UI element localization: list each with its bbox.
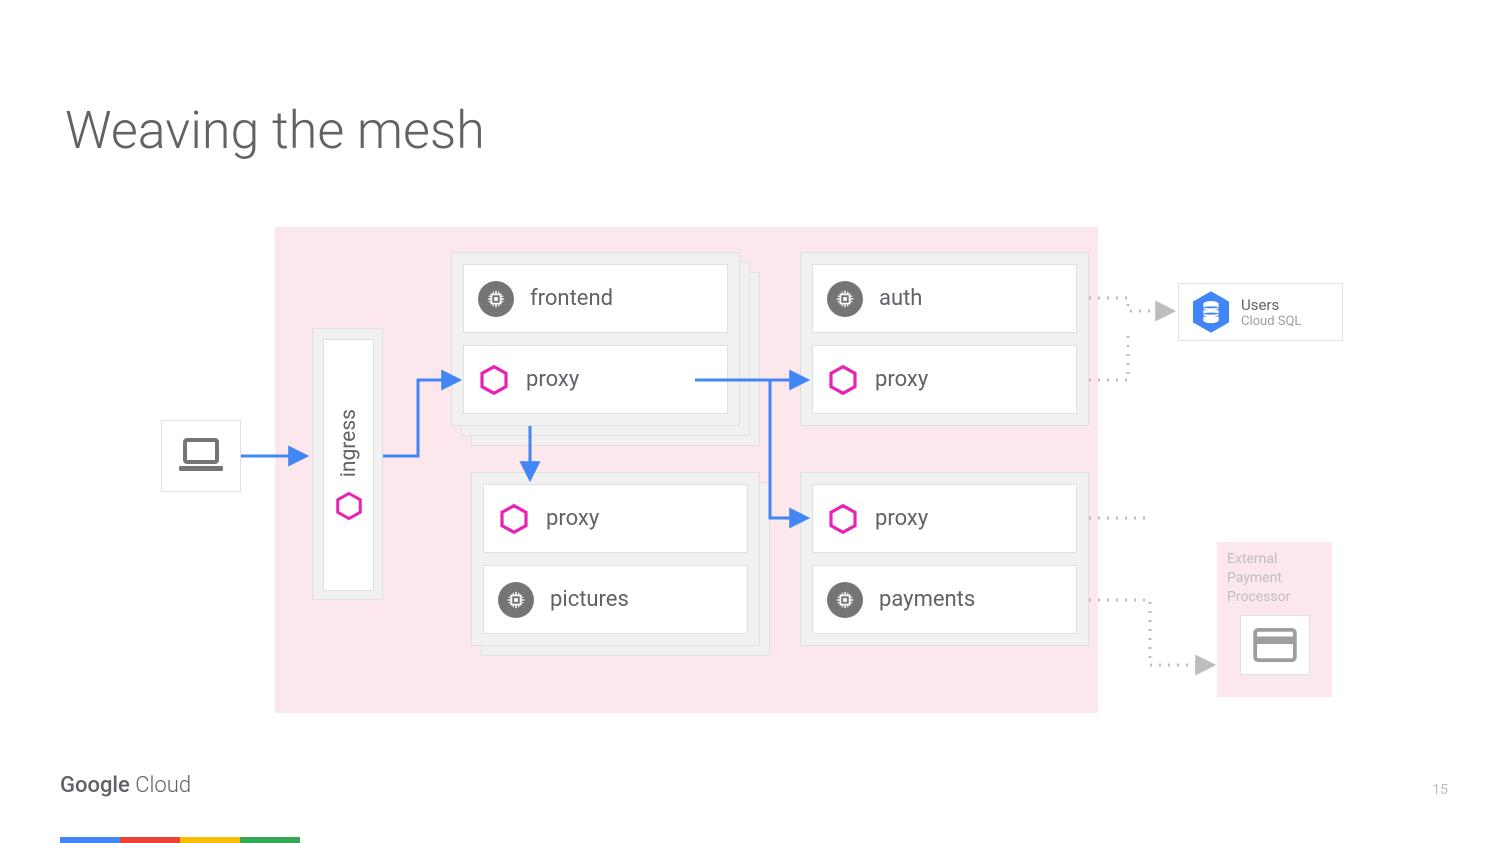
pictures-proxy-label: proxy [546, 506, 599, 531]
payproc-label: External Payment Processor [1227, 550, 1322, 607]
payments-service-label: payments [879, 587, 975, 612]
hexagon-icon [827, 503, 859, 535]
auth-service-label: auth [879, 286, 922, 311]
ingress-inner: ingress [323, 339, 374, 591]
external-users-db: Users Cloud SQL [1178, 283, 1343, 341]
payments-pod: proxy payments [800, 472, 1089, 646]
ingress-container: ingress [312, 328, 383, 600]
pictures-service-row: pictures [483, 565, 748, 634]
auth-service-row: auth [812, 264, 1077, 333]
footer-logo: Google Cloud [60, 773, 191, 798]
page-number: 15 [1432, 782, 1448, 798]
frontend-service-label: frontend [530, 286, 613, 311]
external-payment-processor: External Payment Processor [1217, 542, 1332, 697]
auth-pod: auth proxy [800, 252, 1089, 426]
frontend-service-row: frontend [463, 264, 728, 333]
frontend-proxy-row: proxy [463, 345, 728, 414]
chip-icon [827, 582, 863, 618]
chip-icon [498, 582, 534, 618]
chip-icon [478, 281, 514, 317]
footer-color-bar [60, 837, 300, 843]
auth-proxy-row: proxy [812, 345, 1077, 414]
frontend-proxy-label: proxy [526, 367, 579, 392]
database-icon [1193, 291, 1229, 333]
users-subtitle: Cloud SQL [1241, 314, 1301, 329]
slide-title: Weaving the mesh [65, 100, 485, 161]
pictures-service-label: pictures [550, 587, 629, 612]
auth-proxy-label: proxy [875, 367, 928, 392]
hexagon-icon [827, 364, 859, 396]
credit-card-icon-box [1240, 615, 1310, 675]
hexagon-icon [478, 364, 510, 396]
frontend-pod: frontend proxy [451, 252, 740, 426]
hexagon-icon [334, 491, 364, 521]
users-title: Users [1241, 296, 1301, 314]
hexagon-icon [498, 503, 530, 535]
pictures-proxy-row: proxy [483, 484, 748, 553]
payments-proxy-label: proxy [875, 506, 928, 531]
chip-icon [827, 281, 863, 317]
payments-proxy-row: proxy [812, 484, 1077, 553]
ingress-label: ingress [337, 409, 361, 477]
client-laptop [161, 420, 241, 492]
credit-card-icon [1253, 628, 1297, 662]
pictures-pod: proxy pictures [471, 472, 760, 646]
payments-service-row: payments [812, 565, 1077, 634]
laptop-icon [177, 436, 225, 476]
